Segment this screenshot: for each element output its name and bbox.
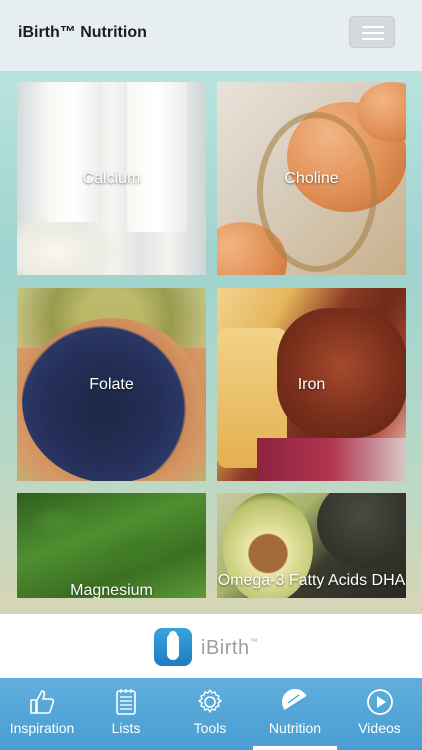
tile-calcium[interactable]: Calcium — [17, 82, 206, 275]
nutrition-grid: Calcium Choline Folate Iron Magnesium Om… — [0, 72, 422, 614]
tab-videos[interactable]: Videos — [337, 678, 422, 750]
brand-bar: iBirth™ — [0, 614, 422, 678]
ibirth-logo-icon — [154, 628, 192, 666]
gear-icon — [198, 689, 222, 713]
beans-bowl-image — [22, 318, 202, 481]
bottom-tab-bar: Inspiration Lists Tools Nutrition Videos — [0, 678, 422, 750]
tile-folate[interactable]: Folate — [17, 288, 206, 481]
active-tab-indicator — [253, 746, 337, 750]
tab-label: Videos — [358, 720, 401, 736]
app-header: iBirth™ Nutrition — [0, 0, 422, 72]
tile-choline[interactable]: Choline — [217, 82, 406, 275]
tile-magnesium[interactable]: Magnesium — [17, 493, 206, 598]
meat-image — [277, 308, 406, 438]
tab-label: Tools — [193, 720, 227, 736]
basket-image — [257, 112, 377, 272]
tile-label: Omega-3 Fatty Acids DHA — [217, 572, 406, 589]
thumbs-up-icon — [30, 690, 55, 714]
hamburger-menu-button[interactable] — [349, 16, 395, 48]
tile-label: Folate — [89, 376, 134, 393]
tab-nutrition[interactable]: Nutrition — [253, 678, 337, 750]
tile-iron[interactable]: Iron — [217, 288, 406, 481]
tab-label: Nutrition — [268, 720, 322, 736]
page-title: iBirth™ Nutrition — [18, 24, 147, 41]
tile-omega-3[interactable]: Omega-3 Fatty Acids DHA — [217, 493, 406, 598]
milk-bottle-image — [47, 82, 102, 222]
tab-lists[interactable]: Lists — [84, 678, 168, 750]
tab-label: Lists — [111, 720, 141, 736]
tile-label: Iron — [297, 376, 326, 393]
tab-label: Inspiration — [9, 720, 75, 736]
play-circle-icon — [366, 689, 393, 715]
brand-name: iBirth™ — [201, 637, 259, 659]
citrus-slice-icon — [281, 688, 307, 710]
tile-label: Choline — [284, 170, 339, 187]
tab-inspiration[interactable]: Inspiration — [0, 678, 84, 750]
tab-tools[interactable]: Tools — [168, 678, 252, 750]
hamburger-menu-icon — [362, 26, 384, 28]
tile-label: Calcium — [82, 170, 141, 187]
notepad-icon — [116, 689, 136, 715]
tile-label: Magnesium — [70, 582, 153, 598]
